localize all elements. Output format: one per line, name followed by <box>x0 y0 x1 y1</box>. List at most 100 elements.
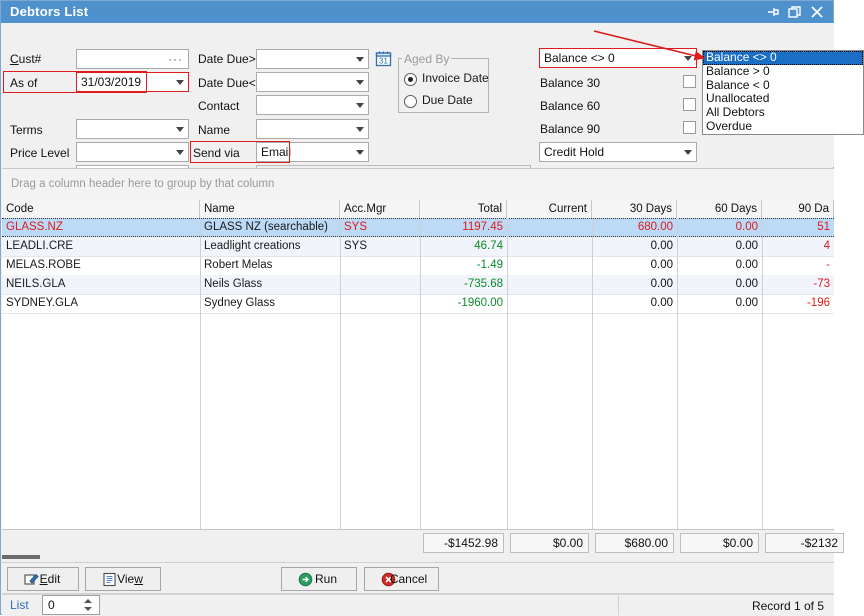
cell-accmgr <box>340 256 420 275</box>
credit-hold-combo[interactable]: Credit Hold <box>539 142 697 162</box>
grid-header-d60[interactable]: 60 Days <box>677 200 762 218</box>
table-row[interactable]: LEADLI.CRELeadlight creationsSYS46.740.0… <box>2 237 834 256</box>
cell-d30: 0.00 <box>592 237 677 256</box>
chevron-down-icon[interactable] <box>356 103 364 108</box>
terms-combo[interactable] <box>76 119 189 139</box>
stepper-down-icon[interactable] <box>84 607 92 611</box>
cell-code: SYDNEY.GLA <box>2 294 200 313</box>
grid-header-row: CodeNameAcc.MgrTotalCurrent30 Days60 Day… <box>2 200 834 219</box>
record-info-panel: Record 1 of 5 <box>618 595 834 615</box>
grid-body: GLASS.NZGLASS NZ (searchable)SYS1197.456… <box>2 218 834 313</box>
total-cell: -$1452.98 <box>423 533 504 553</box>
chevron-down-icon[interactable] <box>356 150 364 155</box>
price-level-label: Price Level <box>10 146 69 160</box>
column-divider <box>592 218 593 554</box>
list-label: List <box>10 598 29 612</box>
balance-30-checkbox[interactable] <box>683 75 696 88</box>
cell-d60: 0.00 <box>677 256 762 275</box>
date-due-lt-combo[interactable] <box>256 72 369 92</box>
cell-current <box>507 256 592 275</box>
view-button-label: View <box>86 572 160 586</box>
table-row[interactable]: NEILS.GLANeils Glass-735.680.000.00-73 <box>2 275 834 294</box>
cell-name: Leadlight creations <box>200 237 340 256</box>
chevron-down-icon[interactable] <box>356 80 364 85</box>
cancel-button[interactable]: Cancel <box>364 567 439 591</box>
list-stepper-value: 0 <box>48 598 55 612</box>
restore-icon[interactable] <box>787 4 803 20</box>
cell-d90: 4 <box>762 237 834 256</box>
send-via-label: Send via <box>193 146 240 160</box>
grid-header-accmgr[interactable]: Acc.Mgr <box>340 200 420 218</box>
table-row[interactable]: MELAS.ROBERobert Melas-1.490.000.00- <box>2 256 834 275</box>
column-divider <box>420 218 421 554</box>
dropdown-option[interactable]: Unallocated <box>703 92 863 106</box>
chevron-down-icon[interactable] <box>356 127 364 132</box>
cell-d90: - <box>762 256 834 275</box>
column-divider <box>340 218 341 554</box>
close-icon[interactable] <box>809 4 825 20</box>
balance-90-checkbox[interactable] <box>683 121 696 134</box>
window-title: Debtors List <box>10 4 88 19</box>
grid-header-code[interactable]: Code <box>2 200 200 218</box>
table-row[interactable]: SYDNEY.GLASydney Glass-1960.000.000.00-1… <box>2 294 834 313</box>
grid-totals-row: -$1452.98$0.00$680.00$0.00-$2132 <box>2 529 834 556</box>
chevron-down-icon[interactable] <box>684 56 692 61</box>
cell-name: Robert Melas <box>200 256 340 275</box>
balance-filter-combo[interactable]: Balance <> 0 <box>539 48 697 68</box>
cell-current <box>507 275 592 294</box>
edit-button[interactable]: Edit <box>7 567 79 591</box>
cell-d90: -196 <box>762 294 834 313</box>
chevron-down-icon[interactable] <box>176 127 184 132</box>
grid-header-d90[interactable]: 90 Da <box>762 200 834 218</box>
total-cell: $680.00 <box>595 533 674 553</box>
aged-by-title: Aged By <box>402 52 451 66</box>
contact-combo[interactable] <box>256 95 369 115</box>
price-level-combo[interactable] <box>76 142 189 162</box>
as-of-combo[interactable]: 31/03/2019 <box>76 72 189 92</box>
group-by-dropzone[interactable]: Drag a column header here to group by th… <box>2 169 834 201</box>
cell-d30: 680.00 <box>592 218 677 237</box>
grid-header-total[interactable]: Total <box>420 200 507 218</box>
cust-input[interactable]: ··· <box>76 49 189 69</box>
svg-text:31: 31 <box>379 57 388 66</box>
balance-30-label: Balance 30 <box>540 76 600 90</box>
cell-d60: 0.00 <box>677 237 762 256</box>
stepper-up-icon[interactable] <box>84 599 92 603</box>
grid-header-current[interactable]: Current <box>507 200 592 218</box>
cell-name: GLASS NZ (searchable) <box>200 218 340 237</box>
grid-header-name[interactable]: Name <box>200 200 340 218</box>
dropdown-option[interactable]: Balance < 0 <box>703 79 863 93</box>
date-due-gt-combo[interactable] <box>256 49 369 69</box>
scrollbar-thumb[interactable] <box>2 555 40 559</box>
dropdown-option[interactable]: Balance > 0 <box>703 65 863 79</box>
chevron-down-icon[interactable] <box>684 150 692 155</box>
chevron-down-icon[interactable] <box>356 57 364 62</box>
dropdown-option[interactable]: Balance <> 0 <box>703 51 863 65</box>
horizontal-scrollbar[interactable] <box>2 553 834 562</box>
cell-d30: 0.00 <box>592 294 677 313</box>
status-bar: List 0 Record 1 of 5 <box>2 593 834 616</box>
cell-code: NEILS.GLA <box>2 275 200 294</box>
list-stepper[interactable]: 0 <box>42 595 100 615</box>
radio-invoice-date-label: Invoice Date <box>422 71 489 85</box>
chevron-down-icon[interactable] <box>176 80 184 85</box>
as-of-value: 31/03/2019 <box>81 75 141 89</box>
dropdown-option[interactable]: Overdue <box>703 120 863 134</box>
name-combo[interactable] <box>256 119 369 139</box>
view-button[interactable]: View <box>85 567 161 591</box>
run-button[interactable]: Run <box>281 567 357 591</box>
table-row[interactable]: GLASS.NZGLASS NZ (searchable)SYS1197.456… <box>2 218 834 237</box>
pin-icon[interactable] <box>765 4 781 20</box>
dropdown-option[interactable]: All Debtors <box>703 106 863 120</box>
cell-d30: 0.00 <box>592 275 677 294</box>
balance-60-checkbox[interactable] <box>683 98 696 111</box>
cust-ellipsis-icon[interactable]: ··· <box>168 52 183 66</box>
calendar-icon[interactable]: 31 <box>375 50 392 70</box>
cell-name: Sydney Glass <box>200 294 340 313</box>
send-via-combo[interactable]: Email <box>256 142 369 162</box>
balance-filter-dropdown[interactable]: Balance <> 0Balance > 0Balance < 0Unallo… <box>702 50 864 135</box>
chevron-down-icon[interactable] <box>176 150 184 155</box>
column-divider <box>507 218 508 554</box>
cell-current <box>507 237 592 256</box>
grid-header-d30[interactable]: 30 Days <box>592 200 677 218</box>
